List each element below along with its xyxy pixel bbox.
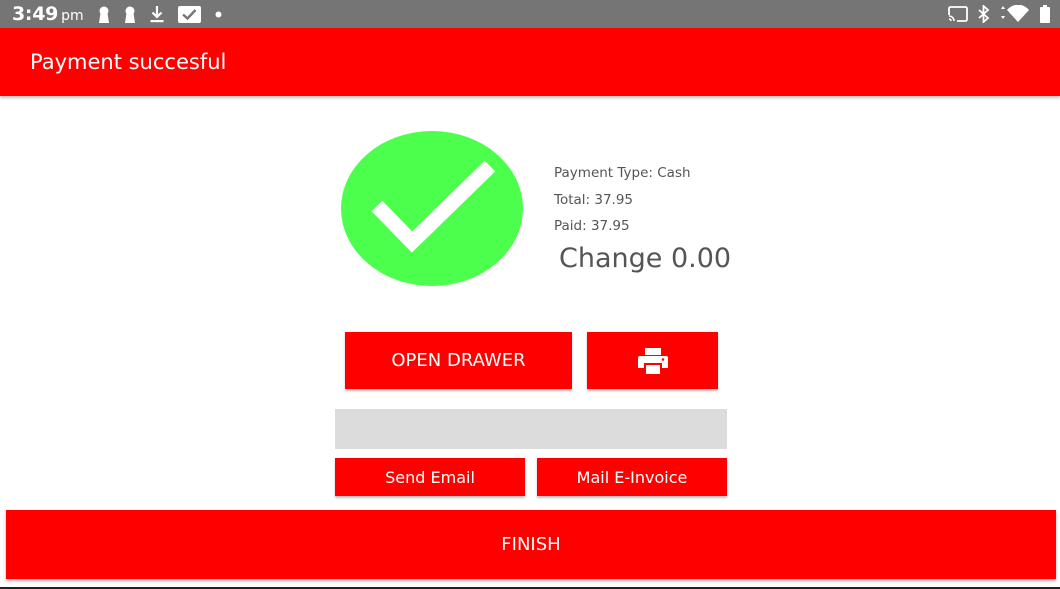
dot-icon — [215, 4, 222, 24]
payment-info: Payment Type: Cash Total: 37.95 Paid: 37… — [554, 162, 691, 242]
bluetooth-icon — [978, 4, 990, 24]
payment-change: Change 0.00 — [559, 243, 732, 274]
app-bar: Payment succesful — [0, 28, 1060, 96]
wifi-icon — [1000, 4, 1030, 24]
printer-icon — [637, 347, 668, 374]
status-bar-right — [938, 4, 1050, 24]
status-time: 3:49 — [12, 3, 59, 25]
battery-icon — [1040, 4, 1050, 24]
keyhole-icon — [124, 4, 136, 24]
status-bar-left: 3:49 pm — [12, 3, 222, 25]
cast-icon — [948, 4, 968, 24]
checkmark-icon — [371, 160, 496, 253]
download-icon — [150, 4, 164, 24]
keyhole-icon — [98, 4, 110, 24]
page-title: Payment succesful — [30, 50, 227, 74]
finish-button[interactable]: FINISH — [6, 510, 1056, 579]
payment-success-screen: 3:49 pm Payment succesful Payment Type: … — [0, 0, 1060, 589]
mail-e-invoice-button[interactable]: Mail E-Invoice — [537, 458, 727, 496]
payment-type: Payment Type: Cash — [554, 165, 691, 181]
payment-total: Total: 37.95 — [554, 191, 634, 208]
status-bar: 3:49 pm — [0, 0, 1060, 28]
send-email-button[interactable]: Send Email — [335, 458, 525, 496]
success-indicator — [341, 131, 523, 286]
open-drawer-button[interactable]: OPEN DRAWER — [345, 332, 572, 389]
print-button[interactable] — [587, 332, 718, 389]
email-input[interactable] — [335, 409, 727, 449]
mail-icon — [177, 4, 201, 24]
status-ampm: pm — [61, 8, 84, 24]
payment-paid: Paid: 37.95 — [554, 218, 630, 234]
